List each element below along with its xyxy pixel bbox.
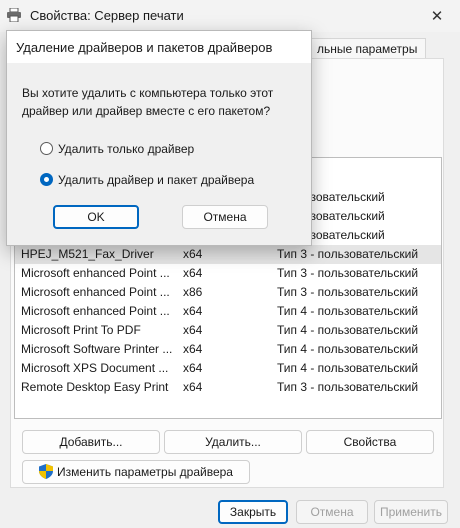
table-row[interactable]: Microsoft enhanced Point ... x64 Тип 4 - п… — [15, 302, 441, 321]
driver-name-cell: Microsoft enhanced Point ... — [21, 304, 170, 318]
change-driver-settings-label: Изменить параметры драйвера — [57, 465, 233, 479]
radio-driver-and-package-label: Удалить драйвер и пакет драйвера — [58, 173, 255, 187]
driver-name-cell: Remote Desktop Easy Print — [21, 380, 169, 394]
dialog-title: Удаление драйверов и пакетов драйверов — [16, 40, 273, 55]
change-driver-settings-button[interactable]: Изменить параметры драйвера — [22, 460, 250, 484]
properties-button[interactable]: Свойства — [306, 430, 434, 454]
driver-env-cell: x64 — [183, 342, 203, 356]
printer-icon — [7, 8, 21, 22]
driver-name-cell: Microsoft enhanced Point ... — [21, 285, 170, 299]
driver-env-cell: x86 — [183, 285, 203, 299]
tab-advanced[interactable]: льные параметры — [310, 38, 426, 58]
driver-type-cell: Тип 3 - пользовательский — [277, 247, 419, 261]
dialog-question: Вы хотите удалить с компьютера только эт… — [22, 86, 274, 118]
driver-type-cell: Тип 4 - пользовательский — [277, 361, 419, 375]
driver-name-cell: Microsoft enhanced Point ... — [21, 266, 170, 280]
title-bar: Свойства: Сервер печати ✕ — [0, 0, 460, 32]
driver-type-cell: Тип 3 - пользовательский — [277, 266, 419, 280]
driver-env-cell: x64 — [183, 247, 203, 261]
table-row[interactable]: HPEJ_M521_Fax_Driver x64 Тип 3 - пользоват… — [15, 245, 441, 264]
radio-button[interactable] — [40, 142, 53, 155]
driver-type-cell: Тип 3 - пользовательский — [277, 380, 419, 394]
ok-button[interactable]: OK — [53, 205, 139, 229]
table-row[interactable]: Microsoft Print To PDF x64 Тип 4 - пользов… — [15, 321, 441, 340]
driver-env-cell: x64 — [183, 323, 203, 337]
table-row[interactable]: Microsoft enhanced Point ... x64 Тип 3 - п… — [15, 264, 441, 283]
radio-driver-only-label: Удалить только драйвер — [58, 142, 195, 156]
table-row[interactable]: Microsoft Software Printer ... x64 Тип 4 -… — [15, 340, 441, 359]
driver-name-cell: HPEJ_M521_Fax_Driver — [21, 247, 154, 261]
driver-type-cell: Тип 4 - пользовательский — [277, 304, 419, 318]
radio-button[interactable] — [40, 173, 53, 186]
add-button[interactable]: Добавить... — [22, 430, 160, 454]
close-icon[interactable]: ✕ — [414, 0, 460, 32]
driver-type-cell: Тип 4 - пользовательский — [277, 342, 419, 356]
driver-name-cell: Microsoft Print To PDF — [21, 323, 141, 337]
uac-shield-icon — [39, 464, 54, 480]
driver-name-cell: Microsoft Software Printer ... — [21, 342, 173, 356]
dialog-cancel-button[interactable]: Отмена — [182, 205, 268, 229]
table-row[interactable]: Remote Desktop Easy Print x64 Тип 3 - поль… — [15, 378, 441, 397]
remove-button[interactable]: Удалить... — [164, 430, 302, 454]
driver-name-cell: Microsoft XPS Document ... — [21, 361, 169, 375]
driver-type-cell: Тип 4 - пользовательский — [277, 323, 419, 337]
driver-env-cell: x64 — [183, 304, 203, 318]
dialog-title-bar: Удаление драйверов и пакетов драйверов — [7, 31, 311, 63]
window-title: Свойства: Сервер печати — [30, 8, 184, 23]
table-row[interactable]: Microsoft enhanced Point ... x86 Тип 3 - п… — [15, 283, 441, 302]
driver-env-cell: x64 — [183, 361, 203, 375]
driver-env-cell: x64 — [183, 380, 203, 394]
table-row[interactable]: Microsoft XPS Document ... x64 Тип 4 - пол… — [15, 359, 441, 378]
close-button[interactable]: Закрыть — [218, 500, 288, 524]
cancel-button[interactable]: Отмена — [296, 500, 368, 524]
driver-type-cell: Тип 3 - пользовательский — [277, 285, 419, 299]
apply-button[interactable]: Применить — [374, 500, 448, 524]
driver-env-cell: x64 — [183, 266, 203, 280]
